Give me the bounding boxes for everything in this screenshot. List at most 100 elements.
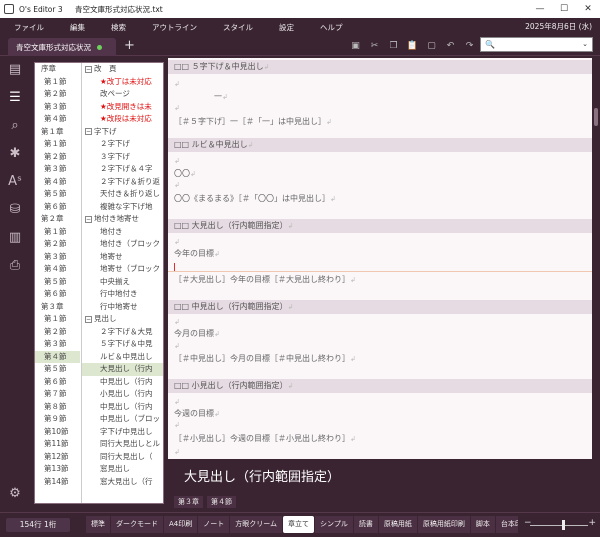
outline-chapter-item[interactable]: 第13節 bbox=[35, 463, 80, 476]
menu-edit[interactable]: 編集 bbox=[70, 22, 85, 33]
outline-chapter-item[interactable]: 第11節 bbox=[35, 438, 80, 451]
outline-section-item[interactable]: 小見出し（行内 bbox=[82, 388, 163, 401]
gear-icon[interactable]: ⚙ bbox=[0, 480, 30, 508]
editor-scrollbar[interactable] bbox=[592, 58, 600, 459]
outline-chapter-item[interactable]: 第６節 bbox=[35, 288, 80, 301]
outline-chapter-item[interactable]: 第４節 bbox=[35, 113, 80, 126]
outline-section-item[interactable]: ★改見開きは未 bbox=[82, 101, 163, 114]
delete-icon[interactable]: ▢ bbox=[422, 40, 441, 52]
outline-section-item[interactable]: 窓見出し bbox=[82, 463, 163, 476]
search-input[interactable]: 🔍 ⌄ bbox=[480, 37, 593, 52]
outline-section-item[interactable]: ★改丁は未対応 bbox=[82, 76, 163, 89]
outline-section-item[interactable]: 大見出し（行内 bbox=[82, 363, 163, 376]
menu-style[interactable]: スタイル bbox=[223, 22, 253, 33]
outline-section-item[interactable]: 字下げ中見出し bbox=[82, 426, 163, 439]
outline-section-item[interactable]: 行中地付き bbox=[82, 288, 163, 301]
maximize-button[interactable]: ☐ bbox=[552, 0, 576, 18]
outline-chapter-item[interactable]: 第２節 bbox=[35, 238, 80, 251]
menu-search[interactable]: 検索 bbox=[111, 22, 126, 33]
theme-tab[interactable]: 標準 bbox=[86, 516, 110, 533]
outline-chapter-item[interactable]: 第４節 bbox=[35, 350, 80, 363]
chevron-down-icon[interactable]: ⌄ bbox=[582, 38, 588, 51]
outline-group[interactable]: − 改 頁 bbox=[82, 63, 163, 76]
outline-group[interactable]: − 見出し bbox=[82, 313, 163, 326]
zoom-in-button[interactable]: + bbox=[588, 518, 596, 528]
outline-section-item[interactable]: 窓大見出し（行 bbox=[82, 476, 163, 489]
outline-section-item[interactable]: ２字下げ＆大見 bbox=[82, 326, 163, 339]
theme-tab[interactable]: 原稿用紙印刷 bbox=[417, 516, 470, 533]
print-icon[interactable]: ⎙ bbox=[0, 252, 30, 280]
outline-chapter-item[interactable]: 序章 bbox=[35, 63, 80, 76]
outline-chapter-item[interactable]: 第12節 bbox=[35, 451, 80, 464]
outline-chapter-item[interactable]: 第７節 bbox=[35, 388, 80, 401]
menu-help[interactable]: ヘルプ bbox=[320, 22, 343, 33]
outline-section-item[interactable]: 地寄せ bbox=[82, 251, 163, 264]
outline-chapter-item[interactable]: 第２節 bbox=[35, 151, 80, 164]
outline-section-item[interactable]: 同行大見出しとル bbox=[82, 438, 163, 451]
collapse-icon[interactable]: − bbox=[85, 315, 92, 323]
breadcrumb-section[interactable]: 第４節 bbox=[207, 496, 236, 508]
outline-chapter-item[interactable]: 第１節 bbox=[35, 138, 80, 151]
outline-chapter-item[interactable]: 第３節 bbox=[35, 251, 80, 264]
outline-section-item[interactable]: 地寄せ（ブロック bbox=[82, 263, 163, 276]
outline-section-item[interactable]: 中見出し（行内 bbox=[82, 401, 163, 414]
outline-section-item[interactable]: 中見出し（ブロッ bbox=[82, 413, 163, 426]
outline-section-item[interactable]: 地付き（ブロック bbox=[82, 238, 163, 251]
theme-tab[interactable]: 読書 bbox=[353, 516, 378, 533]
zoom-track[interactable] bbox=[530, 525, 588, 526]
cursor-position[interactable]: 154行 1桁 bbox=[6, 518, 70, 532]
outline-chapter-item[interactable]: 第１節 bbox=[35, 226, 80, 239]
outline-chapter-item[interactable]: 第３章 bbox=[35, 301, 80, 314]
theme-tab[interactable]: A4印刷 bbox=[164, 516, 198, 533]
outline-chapter-item[interactable]: 第８節 bbox=[35, 401, 80, 414]
outline-section-item[interactable]: ２字下げ bbox=[82, 138, 163, 151]
asterisk-icon[interactable]: ✱ bbox=[0, 140, 30, 168]
save-icon[interactable]: ▣ bbox=[346, 40, 365, 52]
outline-list-icon[interactable]: ☰ bbox=[0, 84, 30, 112]
outline-chapter-item[interactable]: 第５節 bbox=[35, 188, 80, 201]
outline-chapter-item[interactable]: 第２章 bbox=[35, 213, 80, 226]
zoom-handle[interactable] bbox=[562, 520, 565, 530]
scrollbar-thumb[interactable] bbox=[594, 108, 598, 126]
outline-chapter-item[interactable]: 第１節 bbox=[35, 313, 80, 326]
outline-chapter-item[interactable]: 第14節 bbox=[35, 476, 80, 489]
text-editor[interactable]: □□ ５字下げ＆中見出し↲ ↲ 一↲ ↲ ［＃５字下げ］一［＃「一」は中見出し］↲ □□… bbox=[168, 58, 592, 459]
outline-section-item[interactable]: ３字下げ bbox=[82, 151, 163, 164]
theme-tab[interactable]: 方眼クリーム bbox=[230, 516, 283, 533]
outline-chapter-item[interactable]: 第６節 bbox=[35, 376, 80, 389]
theme-tab[interactable]: ダークモード bbox=[111, 516, 163, 533]
font-size-icon[interactable]: Aˢ bbox=[0, 168, 30, 196]
breadcrumb-chapter[interactable]: 第３章 bbox=[174, 496, 203, 508]
theme-tab[interactable]: ノート bbox=[198, 516, 230, 533]
outline-chapter-item[interactable]: 第３節 bbox=[35, 338, 80, 351]
outline-chapter-item[interactable]: 第１章 bbox=[35, 126, 80, 139]
paste-icon[interactable]: 📋 bbox=[403, 40, 422, 52]
outline-section-item[interactable]: 行中地寄せ bbox=[82, 301, 163, 314]
outline-section-item[interactable]: 地付き bbox=[82, 226, 163, 239]
outline-section-item[interactable]: 中見出し（行内 bbox=[82, 376, 163, 389]
outline-chapter-item[interactable]: 第４節 bbox=[35, 263, 80, 276]
theme-tab[interactable]: 章立て bbox=[283, 516, 315, 533]
menu-outline[interactable]: アウトライン bbox=[152, 22, 197, 33]
copy-icon[interactable]: ❐ bbox=[384, 40, 403, 52]
collapse-icon[interactable]: − bbox=[85, 215, 92, 223]
undo-icon[interactable]: ↶ bbox=[441, 40, 460, 52]
menu-settings[interactable]: 設定 bbox=[279, 22, 294, 33]
document-tab[interactable]: 青空文庫形式対応状況 bbox=[8, 38, 116, 56]
outline-chapter-item[interactable]: 第３節 bbox=[35, 101, 80, 114]
cut-icon[interactable]: ✂ bbox=[365, 40, 384, 52]
outline-chapter-item[interactable]: 第３節 bbox=[35, 163, 80, 176]
redo-icon[interactable]: ↷ bbox=[460, 40, 479, 52]
outline-chapter-item[interactable]: 第４節 bbox=[35, 176, 80, 189]
outline-chapter-item[interactable]: 第２節 bbox=[35, 326, 80, 339]
zoom-slider[interactable]: − + bbox=[524, 518, 596, 530]
minimize-button[interactable]: — bbox=[528, 0, 552, 18]
outline-chapter-item[interactable]: 第２節 bbox=[35, 88, 80, 101]
theme-tab[interactable]: 原稿用紙 bbox=[378, 516, 417, 533]
outline-section-item[interactable]: ２字下げ＆４字 bbox=[82, 163, 163, 176]
menu-file[interactable]: ファイル bbox=[14, 22, 44, 33]
outline-chapter-item[interactable]: 第10節 bbox=[35, 426, 80, 439]
outline-section-item[interactable]: 天付き＆折り返し bbox=[82, 188, 163, 201]
outline-section-item[interactable]: ５字下げ＆中見 bbox=[82, 338, 163, 351]
document-icon[interactable]: ▥ bbox=[0, 224, 30, 252]
